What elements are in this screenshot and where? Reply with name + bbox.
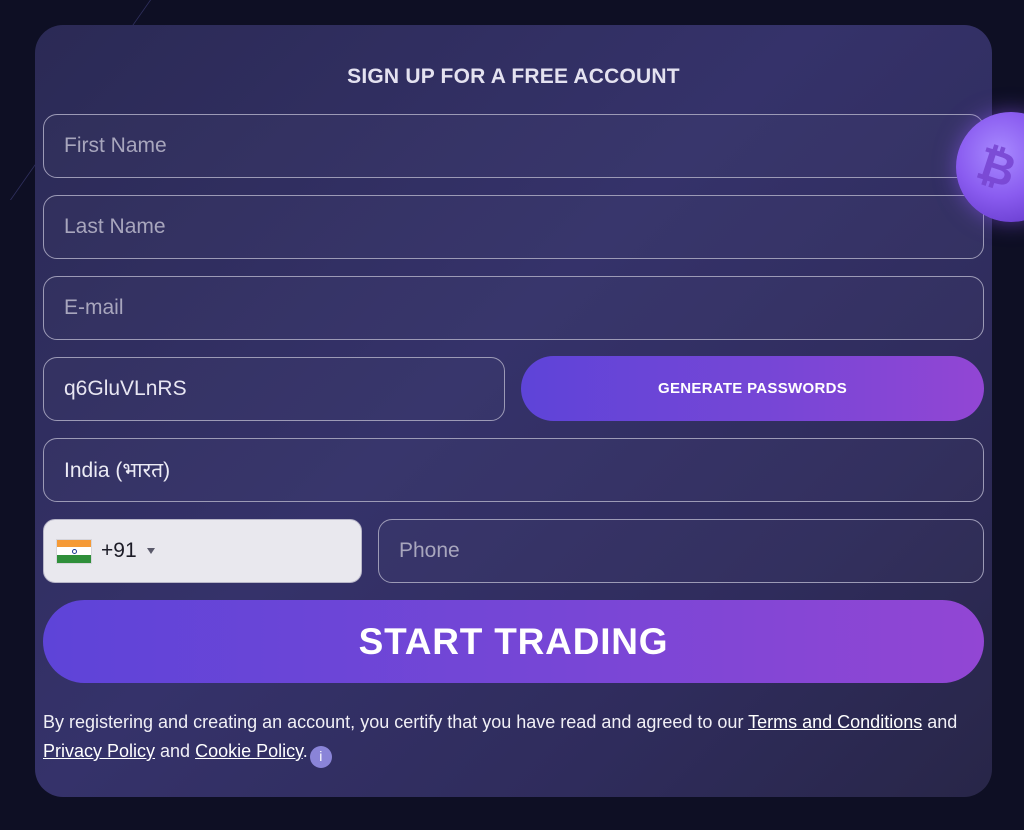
generate-passwords-button[interactable]: GENERATE PASSWORDS xyxy=(521,356,984,421)
legal-text: By registering and creating an account, … xyxy=(43,708,963,768)
last-name-input[interactable] xyxy=(44,196,983,258)
phone-field[interactable] xyxy=(378,519,984,583)
first-name-field[interactable] xyxy=(43,114,984,178)
country-select[interactable]: India (भारत) xyxy=(43,438,984,502)
country-code-select[interactable]: +91 xyxy=(43,519,362,583)
phone-input[interactable] xyxy=(379,520,983,582)
email-input[interactable] xyxy=(44,277,983,339)
password-field[interactable] xyxy=(43,357,505,421)
dial-code: +91 xyxy=(101,539,137,562)
email-field[interactable] xyxy=(43,276,984,340)
chevron-down-icon xyxy=(146,548,155,554)
signup-card: SIGN UP FOR A FREE ACCOUNT GENERATE PASS… xyxy=(35,25,992,797)
legal-end: . xyxy=(302,741,308,761)
info-icon[interactable]: i xyxy=(309,745,332,768)
legal-text-intro: By registering and creating an account, … xyxy=(43,712,749,732)
india-flag-icon xyxy=(57,539,91,563)
start-trading-button[interactable]: START TRADING xyxy=(43,600,984,683)
legal-and-2: and xyxy=(155,741,196,761)
country-value: India (भारत) xyxy=(64,459,171,482)
form-title: SIGN UP FOR A FREE ACCOUNT xyxy=(347,65,680,88)
password-input[interactable] xyxy=(44,358,504,420)
last-name-field[interactable] xyxy=(43,195,984,259)
legal-and-1: and xyxy=(922,712,958,732)
terms-link[interactable]: Terms and Conditions xyxy=(748,712,922,732)
privacy-policy-link[interactable]: Privacy Policy xyxy=(43,741,155,761)
first-name-input[interactable] xyxy=(44,115,983,177)
cookie-policy-link[interactable]: Cookie Policy xyxy=(195,741,303,761)
coin-symbol: ₿ xyxy=(970,136,1023,198)
